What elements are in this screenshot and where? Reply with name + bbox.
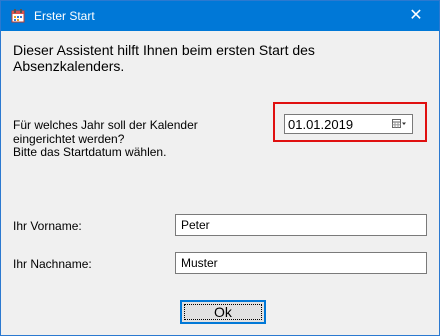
question-line-2: eingerichtet werden? bbox=[13, 131, 125, 146]
question-line-1: Für welches Jahr soll der Kalender bbox=[13, 118, 198, 132]
question-line-3: Bitte das Startdatum wählen. bbox=[13, 145, 167, 159]
calendar-dropdown-icon[interactable] bbox=[392, 119, 406, 129]
close-button[interactable]: ✕ bbox=[393, 1, 439, 31]
intro-text: Dieser Assistent hilft Ihnen beim ersten… bbox=[13, 42, 315, 74]
last-name-label: Ihr Nachname: bbox=[13, 257, 92, 271]
year-question: Für welches Jahr soll der Kalender einge… bbox=[13, 118, 263, 160]
title-bar[interactable]: Erster Start ✕ bbox=[1, 1, 439, 31]
focus-rectangle bbox=[184, 304, 262, 320]
first-name-field[interactable]: Peter bbox=[175, 214, 427, 236]
last-name-field[interactable]: Muster bbox=[175, 252, 427, 274]
window-title: Erster Start bbox=[34, 9, 95, 23]
dialog-window: Erster Start ✕ Dieser Assistent hilft Ih… bbox=[0, 0, 440, 336]
start-date-value: 01.01.2019 bbox=[288, 117, 354, 132]
close-icon: ✕ bbox=[409, 7, 423, 24]
ok-button[interactable]: Ok bbox=[180, 300, 266, 324]
first-name-label: Ihr Vorname: bbox=[13, 219, 82, 233]
calendar-app-icon bbox=[11, 9, 25, 23]
start-date-picker[interactable]: 01.01.2019 bbox=[284, 114, 413, 134]
